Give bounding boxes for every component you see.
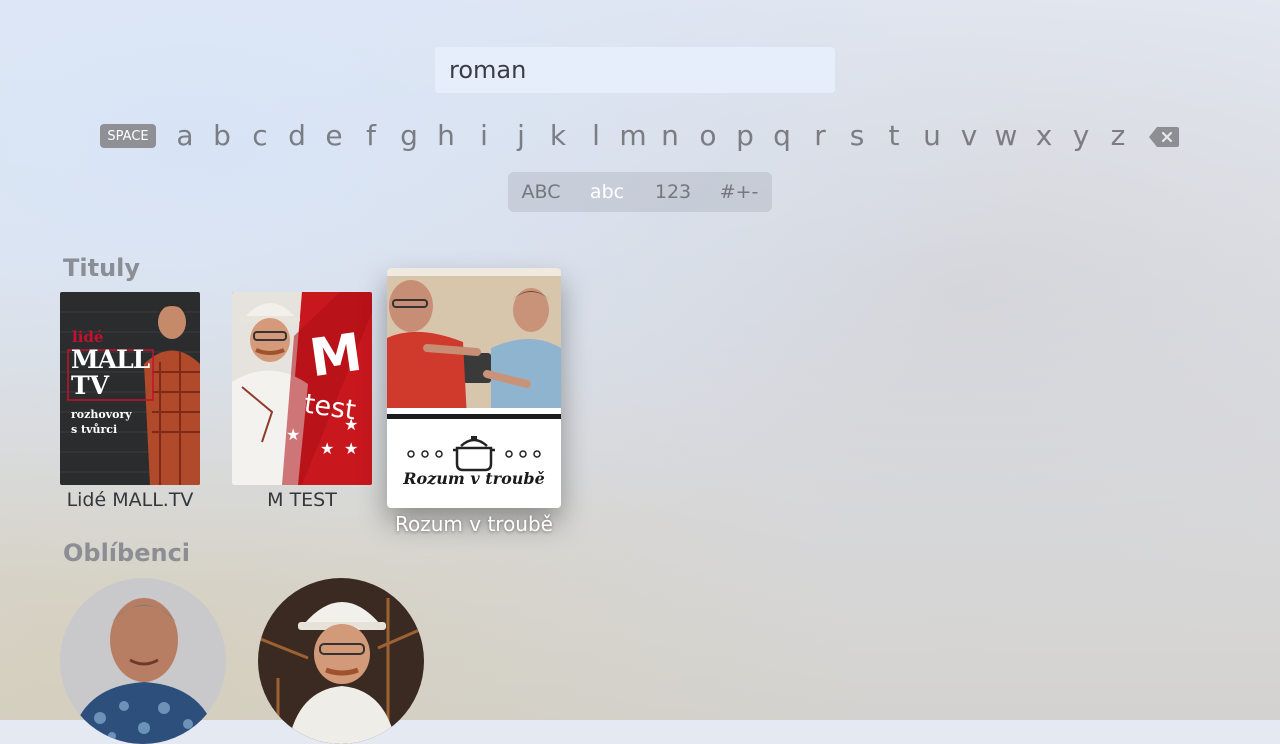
mode-numbers[interactable]: 123	[640, 172, 706, 212]
search-query-text: roman	[449, 56, 527, 84]
poster-lide-mall-tv[interactable]: lidé MALL TV rozhovory s tvůrci	[60, 292, 200, 485]
key-k[interactable]: k	[543, 118, 573, 152]
key-l[interactable]: l	[581, 118, 611, 152]
key-i[interactable]: i	[469, 118, 499, 152]
key-z[interactable]: z	[1103, 118, 1133, 152]
svg-text:★: ★	[344, 439, 358, 458]
poster-mall-word: MALL	[71, 345, 150, 374]
poster-m-test-art: ★ ★ ★ ★	[232, 292, 372, 485]
space-key[interactable]: SPACE	[100, 124, 156, 148]
key-w[interactable]: w	[991, 118, 1021, 152]
mode-symbols[interactable]: #+-	[706, 172, 772, 212]
keyboard-mode-selector: ABC abc 123 #+-	[508, 172, 772, 212]
key-a[interactable]: a	[170, 118, 200, 152]
key-g[interactable]: g	[394, 118, 424, 152]
key-u[interactable]: u	[917, 118, 947, 152]
delete-backward-icon[interactable]	[1148, 126, 1180, 148]
poster-rozum-title: Rozum v troubě	[403, 469, 545, 488]
key-y[interactable]: y	[1066, 118, 1096, 152]
poster-lide-word: lidé	[72, 328, 104, 346]
section-heading-titles: Tituly	[63, 254, 141, 282]
key-x[interactable]: x	[1029, 118, 1059, 152]
key-v[interactable]: v	[954, 118, 984, 152]
poster-caption-rozum-v-troube: Rozum v troubě	[395, 512, 553, 536]
mode-uppercase[interactable]: ABC	[508, 172, 574, 212]
poster-subtitle-line2: s tvůrci	[71, 423, 118, 436]
poster-rozum-v-troube[interactable]: Rozum v troubě	[387, 268, 561, 508]
svg-text:★: ★	[320, 439, 334, 458]
svg-text:★: ★	[286, 425, 300, 444]
key-h[interactable]: h	[431, 118, 461, 152]
favorite-avatar-1-photo	[60, 578, 226, 744]
key-r[interactable]: r	[805, 118, 835, 152]
poster-m-test[interactable]: ★ ★ ★ ★ M test	[232, 292, 372, 485]
key-j[interactable]: j	[506, 118, 536, 152]
favorite-avatar-1[interactable]	[60, 578, 226, 744]
poster-m-letter: M	[306, 322, 366, 390]
key-e[interactable]: e	[319, 118, 349, 152]
poster-caption-m-test: M TEST	[267, 489, 337, 511]
key-q[interactable]: q	[767, 118, 797, 152]
key-s[interactable]: s	[842, 118, 872, 152]
mode-lowercase[interactable]: abc	[574, 172, 640, 212]
key-t[interactable]: t	[879, 118, 909, 152]
favorite-avatar-2-photo	[258, 578, 424, 744]
key-m[interactable]: m	[618, 118, 648, 152]
favorite-avatar-2[interactable]	[258, 578, 424, 744]
onscreen-keyboard: SPACE a b c d e f g h i j k l m n o p q …	[0, 112, 1280, 158]
key-f[interactable]: f	[356, 118, 386, 152]
poster-tv-word: TV	[71, 371, 110, 400]
key-p[interactable]: p	[730, 118, 760, 152]
search-input[interactable]: roman	[435, 47, 835, 93]
key-b[interactable]: b	[207, 118, 237, 152]
key-n[interactable]: n	[655, 118, 685, 152]
poster-caption-lide-mall-tv: Lidé MALL.TV	[66, 489, 194, 511]
key-c[interactable]: c	[245, 118, 275, 152]
key-d[interactable]: d	[282, 118, 312, 152]
poster-subtitle-line1: rozhovory	[71, 408, 132, 421]
section-heading-favorites: Oblíbenci	[63, 539, 191, 567]
key-o[interactable]: o	[693, 118, 723, 152]
